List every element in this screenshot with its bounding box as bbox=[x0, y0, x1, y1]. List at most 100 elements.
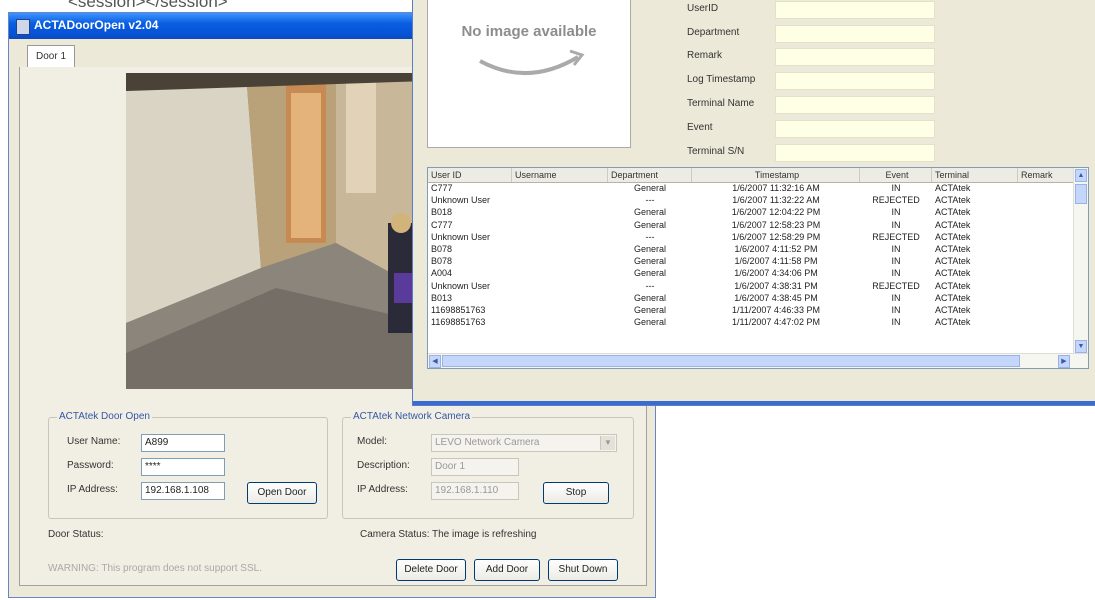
scroll-left-icon[interactable]: ◀ bbox=[429, 355, 441, 368]
table-cell bbox=[1021, 244, 1075, 255]
camera-model-select[interactable]: LEVO Network Camera ▼ bbox=[431, 434, 617, 452]
door-open-group: ACTAtek Door Open User Name: A899 Passwo… bbox=[48, 411, 328, 519]
table-cell: General bbox=[633, 183, 667, 193]
table-cell: ACTAtek bbox=[935, 256, 971, 267]
column-header[interactable]: Timestamp bbox=[692, 168, 860, 182]
app-window-icon bbox=[16, 19, 30, 35]
detail-value-field bbox=[775, 25, 935, 43]
table-row[interactable]: B078 General 1/6/2007 4:11:58 PM IN ACTAtek bbox=[428, 256, 1074, 267]
column-header[interactable]: Terminal bbox=[932, 168, 1018, 182]
chevron-down-icon[interactable]: ▼ bbox=[600, 436, 615, 450]
table-cell: IN bbox=[891, 244, 901, 254]
table-cell: General bbox=[633, 219, 667, 230]
table-cell: 1/6/2007 12:58:23 PM bbox=[731, 219, 821, 230]
column-header[interactable]: Remark bbox=[1018, 168, 1078, 182]
scroll-right-icon[interactable]: ▶ bbox=[1058, 355, 1070, 368]
shut-down-button[interactable]: Shut Down bbox=[548, 559, 618, 581]
password-label: Password: bbox=[67, 460, 114, 471]
table-cell bbox=[515, 293, 605, 304]
stop-button[interactable]: Stop bbox=[543, 482, 609, 504]
table-cell: 1/6/2007 12:58:29 PM bbox=[731, 231, 821, 242]
table-row[interactable]: 11698851763 General 1/11/2007 4:47:02 PM IN… bbox=[428, 317, 1074, 328]
camera-ip-label: IP Address: bbox=[357, 484, 408, 495]
table-row[interactable]: 11698851763 General 1/11/2007 4:46:33 PM IN… bbox=[428, 305, 1074, 316]
detail-label: Department bbox=[687, 27, 740, 38]
detail-value-field bbox=[775, 48, 935, 66]
table-cell: ACTAtek bbox=[935, 231, 971, 242]
column-header[interactable]: Department bbox=[608, 168, 692, 182]
table-cell: General bbox=[633, 305, 667, 315]
table-cell bbox=[515, 281, 605, 292]
table-row[interactable]: Unknown User --- 1/6/2007 11:32:22 AM REJEC… bbox=[428, 195, 1074, 206]
table-cell: 1/6/2007 4:38:31 PM bbox=[734, 280, 818, 291]
table-cell: A004 bbox=[431, 268, 453, 279]
table-cell: Unknown User bbox=[431, 280, 491, 291]
horizontal-scroll-thumb[interactable] bbox=[442, 355, 1020, 367]
table-cell: 1/6/2007 11:32:16 AM bbox=[732, 183, 820, 193]
detail-value-field bbox=[775, 72, 935, 90]
table-cell: C777 bbox=[431, 183, 453, 193]
add-door-button[interactable]: Add Door bbox=[474, 559, 540, 581]
table-cell: C777 bbox=[431, 219, 453, 230]
log-table-header: User ID Username Department Timestamp Event T… bbox=[428, 168, 1078, 183]
table-cell: ACTAtek bbox=[935, 317, 971, 328]
table-cell: ACTAtek bbox=[935, 305, 971, 315]
table-cell bbox=[1021, 268, 1075, 279]
log-table[interactable]: User ID Username Department Timestamp Event T… bbox=[427, 167, 1089, 369]
table-row[interactable]: B013 General 1/6/2007 4:38:45 PM IN ACTAtek bbox=[428, 293, 1074, 304]
tab-door-1[interactable]: Door 1 bbox=[27, 45, 76, 68]
user-name-label: User Name: bbox=[67, 436, 121, 447]
table-cell: IN bbox=[891, 183, 901, 193]
table-cell: ACTAtek bbox=[935, 280, 971, 291]
table-cell bbox=[1021, 195, 1075, 206]
vertical-scroll-thumb[interactable] bbox=[1075, 184, 1087, 204]
table-row[interactable]: Unknown User --- 1/6/2007 12:58:29 PM REJEC… bbox=[428, 232, 1074, 243]
table-cell: REJECTED bbox=[872, 231, 920, 242]
scroll-up-icon[interactable]: ▲ bbox=[1075, 169, 1087, 182]
table-row[interactable]: C777 General 1/6/2007 11:32:16 AM IN ACTAtek bbox=[428, 183, 1074, 194]
camera-image bbox=[126, 73, 428, 389]
user-name-input[interactable]: A899 bbox=[141, 434, 225, 452]
horizontal-scrollbar[interactable]: ◀ ▶ bbox=[428, 353, 1088, 368]
table-row[interactable]: C777 General 1/6/2007 12:58:23 PM IN ACTAtek bbox=[428, 220, 1074, 231]
table-cell: B078 bbox=[431, 256, 453, 267]
table-cell: 1/6/2007 12:04:22 PM bbox=[731, 207, 821, 218]
table-cell: ACTAtek bbox=[935, 292, 971, 303]
table-cell bbox=[1021, 317, 1075, 328]
camera-description-input[interactable]: Door 1 bbox=[431, 458, 519, 476]
scroll-down-icon[interactable]: ▼ bbox=[1075, 340, 1087, 353]
column-header[interactable]: Username bbox=[512, 168, 608, 182]
table-cell: 1/11/2007 4:47:02 PM bbox=[732, 317, 820, 328]
camera-ip-input[interactable]: 192.168.1.110 bbox=[431, 482, 519, 500]
table-cell: 1/6/2007 4:38:45 PM bbox=[734, 292, 818, 303]
column-header[interactable]: Event bbox=[860, 168, 932, 182]
table-row[interactable]: B078 General 1/6/2007 4:11:52 PM IN ACTAtek bbox=[428, 244, 1074, 255]
table-cell: --- bbox=[645, 280, 655, 291]
clipped-header-text: <session></session> bbox=[68, 0, 228, 11]
vertical-scrollbar[interactable]: ▲ ▼ bbox=[1073, 168, 1088, 354]
log-window-frame-bottom bbox=[413, 401, 1095, 405]
table-cell: 1/6/2007 11:32:22 AM bbox=[732, 195, 820, 206]
table-row[interactable]: A004 General 1/6/2007 4:34:06 PM IN ACTAtek bbox=[428, 268, 1074, 279]
window-title: ACTADoorOpen v2.04 bbox=[34, 18, 159, 32]
table-row[interactable]: Unknown User --- 1/6/2007 4:38:31 PM REJECT… bbox=[428, 281, 1074, 292]
door-ip-input[interactable]: 192.168.1.108 bbox=[141, 482, 225, 500]
table-cell: --- bbox=[645, 231, 655, 242]
delete-door-button[interactable]: Delete Door bbox=[396, 559, 466, 581]
table-cell: B018 bbox=[431, 207, 453, 218]
column-header[interactable]: User ID bbox=[428, 168, 512, 182]
table-cell bbox=[1021, 305, 1075, 316]
table-cell: General bbox=[633, 244, 667, 254]
detail-label: Remark bbox=[687, 50, 723, 61]
table-cell bbox=[1021, 232, 1075, 243]
table-cell: 11698851763 bbox=[431, 317, 486, 328]
table-row[interactable]: B018 General 1/6/2007 12:04:22 PM IN ACTAtek bbox=[428, 207, 1074, 218]
table-cell bbox=[515, 256, 605, 267]
table-cell: 1/11/2007 4:46:33 PM bbox=[732, 305, 820, 315]
detail-value-field bbox=[775, 144, 935, 162]
open-door-button[interactable]: Open Door bbox=[247, 482, 317, 504]
password-input[interactable]: **** bbox=[141, 458, 225, 476]
table-cell bbox=[515, 220, 605, 231]
camera-view bbox=[126, 73, 428, 389]
table-cell: Unknown User bbox=[431, 231, 491, 242]
